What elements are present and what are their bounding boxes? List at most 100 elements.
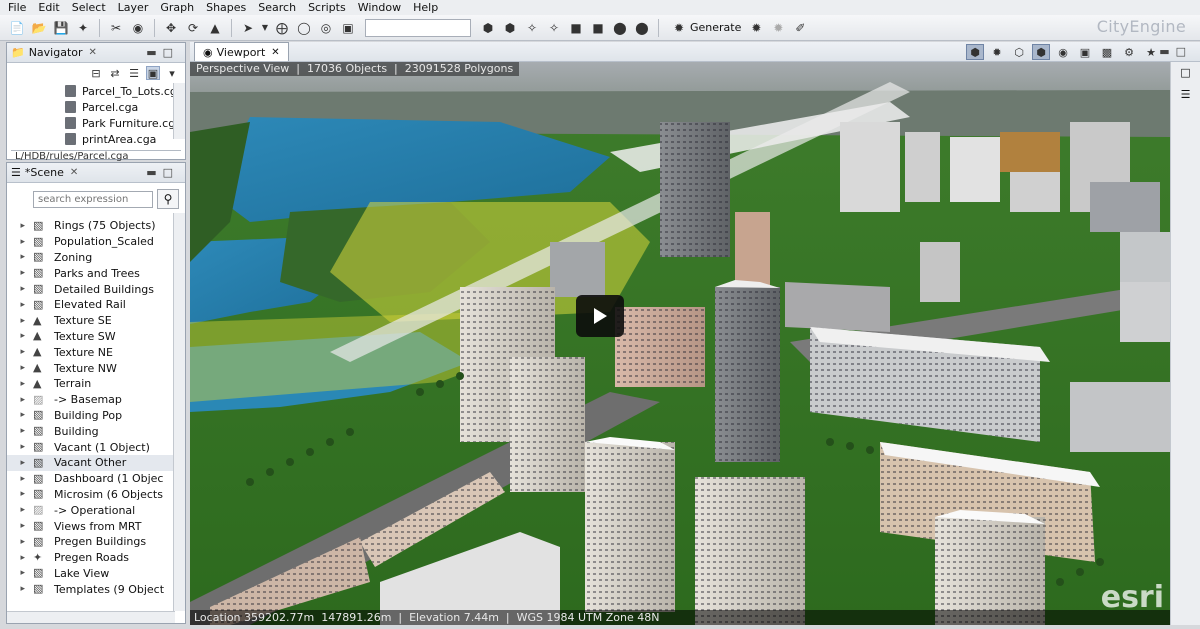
camera-settings-icon[interactable]: ◉ bbox=[1054, 44, 1072, 60]
shape-icon-8[interactable]: ⬤ bbox=[633, 19, 651, 37]
menu-file[interactable]: File bbox=[4, 0, 32, 15]
menu-graph[interactable]: Graph bbox=[154, 0, 200, 15]
scene-layer-item[interactable]: ▸ ▲ Terrain bbox=[7, 376, 179, 392]
expand-arrow-icon[interactable]: ▸ bbox=[7, 584, 33, 594]
play-button[interactable] bbox=[576, 295, 624, 337]
bookmark-icon[interactable]: ▣ bbox=[1076, 44, 1094, 60]
scale-icon[interactable]: ▲ bbox=[206, 19, 224, 37]
expand-arrow-icon[interactable]: ▸ bbox=[7, 331, 33, 341]
viewport-window-buttons[interactable]: ▬□ bbox=[1159, 45, 1192, 58]
expand-arrow-icon[interactable]: ▸ bbox=[7, 395, 33, 405]
scene-layer-item[interactable]: ▸ ▧ Elevated Rail bbox=[7, 297, 179, 313]
viewport-tab[interactable]: ◉ Viewport ✕ bbox=[194, 42, 289, 61]
scene-layer-item[interactable]: ▸ ✦ Pregen Roads bbox=[7, 550, 179, 566]
display-icon[interactable]: ▩ bbox=[1098, 44, 1116, 60]
expand-arrow-icon[interactable]: ▸ bbox=[7, 284, 33, 294]
shape-icon-4[interactable]: ✧ bbox=[545, 19, 563, 37]
restore-panel-icon[interactable]: □ bbox=[1178, 66, 1194, 82]
expand-arrow-icon[interactable]: ▸ bbox=[7, 252, 33, 262]
menu-window[interactable]: Window bbox=[352, 0, 407, 15]
navigator-file-item[interactable]: Parcel_To_Lots.cga bbox=[65, 83, 185, 99]
scene-search-input[interactable] bbox=[33, 190, 153, 208]
toolbar-search-field[interactable] bbox=[365, 18, 471, 37]
shape-icon-6[interactable]: ■ bbox=[589, 19, 607, 37]
expand-arrow-icon[interactable]: ▸ bbox=[7, 379, 33, 389]
scene-layer-item[interactable]: ▸ ▧ Rings (75 Objects) bbox=[7, 218, 179, 234]
shape-icon-1[interactable]: ⬢ bbox=[479, 19, 497, 37]
expand-arrow-icon[interactable]: ▸ bbox=[7, 237, 33, 247]
scene-layer-item[interactable]: ▸ ▧ Vacant Other bbox=[7, 454, 179, 471]
scene-layer-item[interactable]: ▸ ▧ Lake View bbox=[7, 566, 179, 582]
navigator-scrollbar[interactable] bbox=[173, 83, 185, 139]
menu-icon[interactable]: ▾ bbox=[165, 66, 179, 80]
expand-arrow-icon[interactable]: ▸ bbox=[7, 505, 33, 515]
expand-arrow-icon[interactable]: ▸ bbox=[7, 474, 33, 484]
scene-scrollbar[interactable] bbox=[173, 213, 185, 611]
close-icon[interactable]: ✕ bbox=[70, 167, 78, 178]
scene-layer-item[interactable]: ▸ ▧ Pregen Buildings bbox=[7, 534, 179, 550]
save-icon[interactable]: 💾 bbox=[52, 19, 70, 37]
scene-layer-item[interactable]: ▸ ▲ Texture SE bbox=[7, 313, 179, 329]
link-icon[interactable]: ⇄ bbox=[108, 66, 122, 80]
expand-arrow-icon[interactable]: ▸ bbox=[7, 426, 33, 436]
expand-arrow-icon[interactable]: ▸ bbox=[7, 221, 33, 231]
shape-icon-3[interactable]: ✧ bbox=[523, 19, 541, 37]
node-icon[interactable]: ◉ bbox=[129, 19, 147, 37]
expand-arrow-icon[interactable]: ▸ bbox=[7, 553, 33, 563]
expand-arrow-icon[interactable]: ▸ bbox=[7, 363, 33, 373]
scene-layer-item[interactable]: ▸ ▨ -> Basemap bbox=[7, 392, 179, 408]
navigator-file-item[interactable]: printArea.cga bbox=[65, 131, 185, 147]
ghost-icon[interactable]: ✹ bbox=[769, 19, 787, 37]
expand-arrow-icon[interactable]: ▸ bbox=[7, 347, 33, 357]
collapse-all-icon[interactable]: ⊟ bbox=[89, 66, 103, 80]
shape-icon-5[interactable]: ■ bbox=[567, 19, 585, 37]
scene-layer-item[interactable]: ▸ ▧ Zoning bbox=[7, 250, 179, 266]
scene-layer-item[interactable]: ▸ ▧ Building bbox=[7, 423, 179, 439]
move-icon[interactable]: ✥ bbox=[162, 19, 180, 37]
panel-window-buttons[interactable]: ▬□ bbox=[146, 46, 179, 59]
scene-layer-item[interactable]: ▸ ▧ Detailed Buildings bbox=[7, 281, 179, 297]
lasso-icon[interactable]: ◯ bbox=[295, 19, 313, 37]
select-arrow-icon[interactable]: ➤ bbox=[239, 19, 257, 37]
filter-icon[interactable]: ▣ bbox=[146, 66, 160, 80]
new-file-icon[interactable]: 📄 bbox=[8, 19, 26, 37]
settings-gear-icon[interactable]: ⚙ bbox=[1120, 44, 1138, 60]
cut-icon[interactable]: ✂ bbox=[107, 19, 125, 37]
shaded-view-icon[interactable]: ⬢ bbox=[966, 44, 984, 60]
wand-icon[interactable]: ✦ bbox=[74, 19, 92, 37]
inspector-icon[interactable]: ☰ bbox=[1178, 88, 1194, 104]
scene-layer-item[interactable]: ▸ ▧ Vacant (1 Object) bbox=[7, 439, 179, 455]
brush-icon[interactable]: ✐ bbox=[791, 19, 809, 37]
expand-arrow-icon[interactable]: ▸ bbox=[7, 316, 33, 326]
point-select-icon[interactable]: ⨁ bbox=[273, 19, 291, 37]
expand-arrow-icon[interactable]: ▸ bbox=[7, 410, 33, 420]
menu-edit[interactable]: Edit bbox=[32, 0, 65, 15]
scene-tab[interactable]: ☰ *Scene ✕ ▬□ bbox=[7, 163, 185, 183]
scene-layer-item[interactable]: ▸ ▲ Texture NE bbox=[7, 344, 179, 360]
menu-scripts[interactable]: Scripts bbox=[302, 0, 352, 15]
list-icon[interactable]: ☰ bbox=[127, 66, 141, 80]
navigator-file-item[interactable]: Park Furniture.cga bbox=[65, 115, 185, 131]
shape-icon-2[interactable]: ⬢ bbox=[501, 19, 519, 37]
menu-select[interactable]: Select bbox=[66, 0, 112, 15]
expand-arrow-icon[interactable]: ▸ bbox=[7, 442, 33, 452]
camera-icon[interactable]: ▣ bbox=[339, 19, 357, 37]
scene-layer-item[interactable]: ▸ ▲ Texture NW bbox=[7, 360, 179, 376]
scene-layer-item[interactable]: ▸ ▲ Texture SW bbox=[7, 329, 179, 345]
cleanup-icon[interactable]: ✹ bbox=[747, 19, 765, 37]
menu-help[interactable]: Help bbox=[407, 0, 444, 15]
scene-layer-item[interactable]: ▸ ▧ Views from MRT bbox=[7, 518, 179, 534]
wireframe-view-icon[interactable]: ✹ bbox=[988, 44, 1006, 60]
panel-window-buttons[interactable]: ▬□ bbox=[146, 166, 179, 179]
shape-icon-7[interactable]: ⬤ bbox=[611, 19, 629, 37]
close-icon[interactable]: ✕ bbox=[271, 47, 279, 58]
measure-icon[interactable]: ◎ bbox=[317, 19, 335, 37]
generate-button[interactable]: ✹ Generate bbox=[668, 19, 741, 37]
star-bookmark-icon[interactable]: ★ bbox=[1142, 44, 1160, 60]
scene-layer-item[interactable]: ▸ ▧ Dashboard (1 Objec bbox=[7, 471, 179, 487]
scene-horizontal-scrollbar[interactable] bbox=[7, 611, 175, 623]
dropdown-arrow-icon[interactable]: ▼ bbox=[261, 19, 269, 37]
close-icon[interactable]: ✕ bbox=[89, 47, 97, 58]
navigator-file-item[interactable]: Parcel.cga bbox=[65, 99, 185, 115]
scene-layer-item[interactable]: ▸ ▧ Parks and Trees bbox=[7, 265, 179, 281]
